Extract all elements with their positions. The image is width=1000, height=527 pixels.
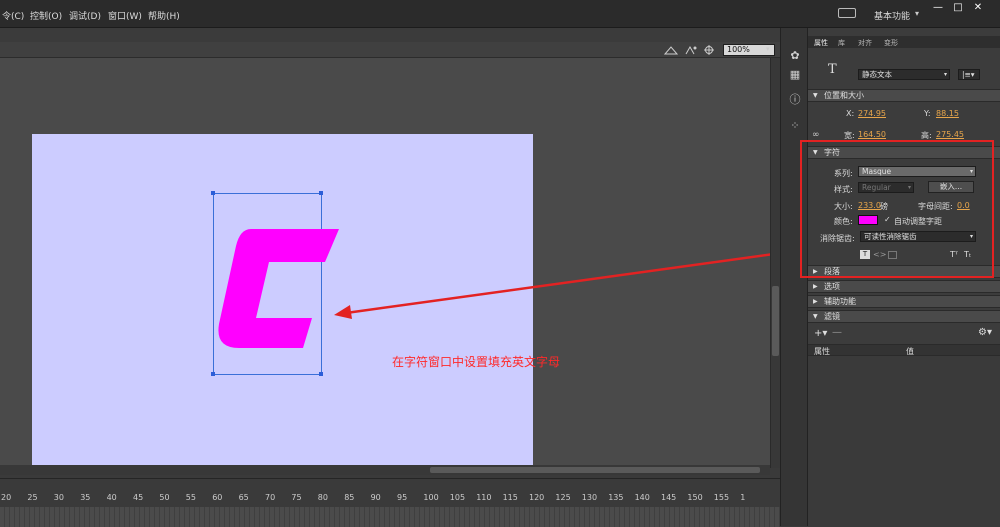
timeline-tick-label: 1 (740, 493, 746, 502)
letter-c-glyph[interactable] (218, 229, 339, 348)
timeline-tick-label: 130 (581, 493, 598, 502)
info-panel-icon[interactable]: ⓘ (788, 92, 802, 106)
annotation-arrow (345, 248, 804, 315)
x-value[interactable]: 274.95 (858, 109, 886, 118)
x-label: X: (846, 109, 855, 118)
selection-handle[interactable] (319, 191, 323, 195)
remove-filter-icon[interactable]: — (832, 327, 842, 338)
timeline-tick-label: 95 (397, 493, 408, 502)
text-type-value: 静态文本 (862, 70, 892, 79)
panel-tabs: 属性 库 对齐 变形 (808, 36, 1000, 48)
timeline-tick-label: 120 (529, 493, 545, 502)
collapse-icon: ▼ (813, 92, 818, 99)
tab-align[interactable]: 对齐 (858, 38, 872, 48)
add-filter-icon[interactable]: +▾ (814, 328, 827, 339)
timeline-tick-label: 20 (1, 493, 12, 502)
height-value[interactable]: 275.45 (936, 130, 964, 139)
collapse-icon: ▼ (813, 313, 818, 320)
y-value[interactable]: 88.15 (936, 109, 959, 118)
timeline-tick-label: 145 (661, 493, 677, 502)
tab-properties[interactable]: 属性 (814, 38, 828, 48)
timeline-tick-label: 80 (317, 493, 328, 502)
timeline-tick-label: 40 (106, 493, 117, 502)
timeline-tick-label: 70 (265, 493, 276, 502)
timeline-tick-label: 65 (238, 493, 249, 502)
selection-handle[interactable] (319, 372, 323, 376)
chevron-down-icon: ▾ (943, 71, 947, 78)
horizontal-scroll-thumb[interactable] (430, 467, 760, 473)
color-swatch-icon[interactable]: ✿ (788, 48, 802, 62)
timeline-tick-label: 105 (449, 493, 466, 502)
text-orientation-select[interactable]: |≡▾ (958, 69, 980, 80)
tab-transform[interactable]: 变形 (884, 38, 898, 48)
timeline-tick-label: 50 (159, 493, 170, 502)
timeline-frames[interactable] (0, 507, 780, 527)
transform-panel-icon[interactable]: ⁘ (788, 118, 802, 132)
section-accessibility-label: 辅助功能 (824, 297, 856, 306)
timeline-tick-label: 35 (80, 493, 91, 502)
filter-table-header: 属性 值 (808, 344, 1000, 356)
gear-icon[interactable]: ⚙▾ (978, 327, 992, 338)
text-type-select[interactable]: 静态文本 ▾ (858, 69, 950, 80)
annotation-highlight-box (800, 140, 994, 278)
timeline-tick-label: 55 (185, 493, 196, 502)
timeline-tick-label: 60 (212, 493, 223, 502)
filter-table-body[interactable] (808, 356, 1000, 526)
timeline-tick-label: 155 (713, 493, 730, 502)
timeline-tick-label: 125 (555, 493, 571, 502)
section-filters-label: 滤镜 (824, 312, 840, 321)
annotation-arrowhead (334, 305, 352, 319)
selection-handle[interactable] (211, 191, 215, 195)
selection-handle[interactable] (211, 372, 215, 376)
timeline[interactable]: 20 25 30 35 40 45 50 55 60 65 70 75 80 85 90 95 100 105 11… (0, 478, 780, 527)
timeline-tick-label: 140 (634, 493, 650, 502)
timeline-tick-label: 115 (502, 493, 518, 502)
section-accessibility[interactable]: ▶ 辅助功能 (808, 295, 1000, 308)
timeline-tick-label: 150 (687, 493, 703, 502)
vertical-scrollbar[interactable] (770, 58, 780, 468)
timeline-tick-label: 75 (291, 493, 302, 502)
timeline-tick-label: 135 (608, 493, 624, 502)
vertical-scroll-thumb[interactable] (772, 286, 779, 356)
section-position-size[interactable]: ▼ 位置和大小 (808, 89, 1000, 102)
timeline-tick-label: 45 (133, 493, 144, 502)
tab-library[interactable]: 库 (838, 38, 845, 48)
section-position-size-label: 位置和大小 (824, 91, 864, 100)
width-value[interactable]: 164.50 (858, 130, 886, 139)
text-tool-icon: T (828, 62, 837, 77)
annotation-text: 在字符窗口中设置填充英文字母 (392, 355, 561, 369)
orientation-value: |≡▾ (962, 70, 975, 79)
align-panel-icon[interactable]: ▦ (788, 67, 802, 81)
section-options-label: 选项 (824, 282, 840, 291)
timeline-tick-label: 85 (344, 493, 355, 502)
section-filters[interactable]: ▼ 滤镜 (808, 310, 1000, 323)
timeline-tick-label: 25 (27, 493, 38, 502)
horizontal-scrollbar[interactable] (0, 465, 770, 475)
section-options[interactable]: ▶ 选项 (808, 280, 1000, 293)
timeline-tick-label: 30 (53, 493, 64, 502)
timeline-tick-label: 100 (423, 493, 439, 502)
y-label: Y: (924, 109, 931, 118)
timeline-tick-label: 90 (370, 493, 381, 502)
expand-icon: ▶ (813, 283, 818, 290)
link-dimensions-icon[interactable]: ∞ (812, 130, 820, 140)
expand-icon: ▶ (813, 298, 818, 305)
timeline-tick-label: 110 (476, 493, 492, 502)
